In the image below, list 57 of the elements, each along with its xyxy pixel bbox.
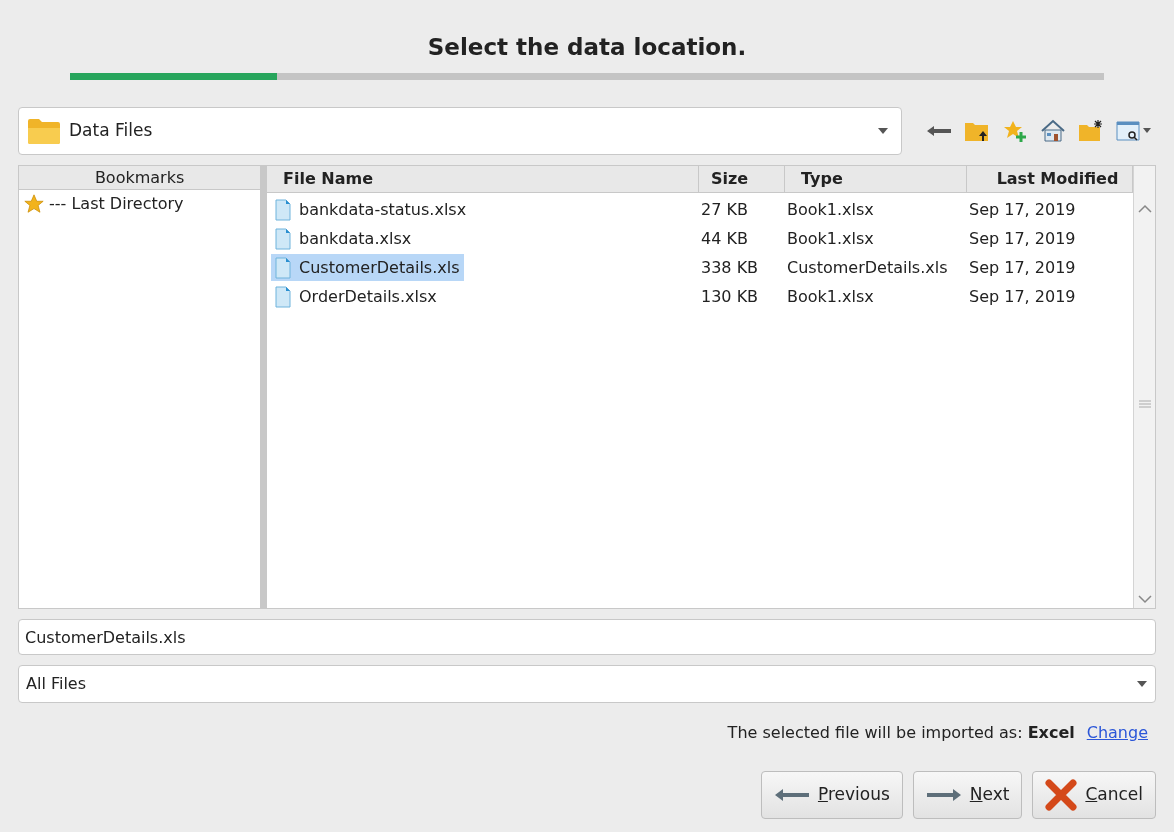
file-row[interactable]: CustomerDetails.xls 338 KB CustomerDetails.xls Sep 17, 2019: [267, 253, 1133, 282]
table-cell-text: Book1.xlsx: [786, 198, 875, 221]
file-row[interactable]: bankdata-status.xlsx 27 KB Book1.xlsx Sep 17, 2019: [267, 195, 1133, 224]
file-name-field[interactable]: CustomerDetails.xls: [18, 619, 1156, 655]
table-cell-text: Sep 17, 2019: [968, 227, 1077, 250]
file-name-cell: OrderDetails.xlsx: [271, 283, 441, 310]
right-arrow-icon: [925, 788, 962, 802]
file-type-dropdown[interactable]: All Files: [18, 665, 1156, 703]
table-cell-text: Sep 17, 2019: [968, 285, 1077, 308]
file-icon: [275, 198, 291, 221]
location-dropdown[interactable]: Data Files: [18, 107, 902, 155]
house-icon: [1040, 119, 1066, 143]
scroll-up-icon: [1137, 204, 1152, 213]
previous-button[interactable]: Previous: [760, 771, 903, 819]
scroll-down-icon: [1137, 595, 1152, 604]
table-cell-text: 130 KB: [700, 285, 760, 308]
file-row[interactable]: OrderDetails.xlsx 130 KB Book1.xlsx Sep 17, 2019: [267, 282, 1133, 311]
table-cell-text: 338 KB: [700, 256, 760, 279]
table-cell-text: 44 KB: [700, 227, 749, 250]
star-icon: [23, 193, 45, 215]
folder-icon: [27, 117, 61, 145]
file-type-value: All Files: [26, 673, 87, 695]
bookmark-item[interactable]: --- Last Directory: [19, 190, 261, 218]
table-cell-text: CustomerDetails.xls: [786, 256, 949, 279]
file-row[interactable]: bankdata.xlsx 44 KB Book1.xlsx Sep 17, 2019: [267, 224, 1133, 253]
next-button[interactable]: Next: [912, 771, 1023, 819]
table-cell-text: Sep 17, 2019: [968, 198, 1077, 221]
dropdown-caret-icon: [1136, 680, 1148, 688]
file-name-cell: bankdata.xlsx: [271, 225, 416, 252]
file-icon: [275, 227, 291, 250]
dialog-title: Select the data location.: [426, 33, 748, 62]
window-search-icon: [1116, 119, 1152, 143]
close-icon: [1045, 779, 1078, 811]
file-icon: [275, 256, 291, 279]
cancel-button[interactable]: Cancel: [1032, 771, 1156, 819]
column-header[interactable]: File Name: [267, 166, 699, 192]
file-name-cell: CustomerDetails.xls: [271, 254, 464, 281]
location-value: Data Files: [69, 119, 154, 143]
file-icon: [275, 285, 291, 308]
bookmarks-header: Bookmarks: [19, 166, 261, 190]
scrollbar[interactable]: [1133, 166, 1155, 608]
star-plus-icon: [1002, 119, 1028, 143]
table-cell-text: 27 KB: [700, 198, 749, 221]
file-name-cell: bankdata-status.xlsx: [271, 196, 471, 223]
scroll-grip-icon: [1137, 400, 1152, 408]
column-header[interactable]: Type: [785, 166, 967, 192]
change-link[interactable]: Change: [1086, 721, 1148, 745]
dropdown-caret-icon: [877, 127, 889, 135]
table-cell-text: Sep 17, 2019: [968, 256, 1077, 279]
import-note: The selected file will be imported as: Excel: [727, 722, 1075, 744]
table-cell-text: Book1.xlsx: [786, 227, 875, 250]
column-header[interactable]: Size: [699, 166, 785, 192]
back-arrow-icon: [926, 125, 952, 137]
folder-star-icon: [1078, 119, 1104, 143]
table-cell-text: Book1.xlsx: [786, 285, 875, 308]
left-arrow-icon: [773, 788, 810, 802]
splitter-handle[interactable]: [260, 166, 267, 608]
